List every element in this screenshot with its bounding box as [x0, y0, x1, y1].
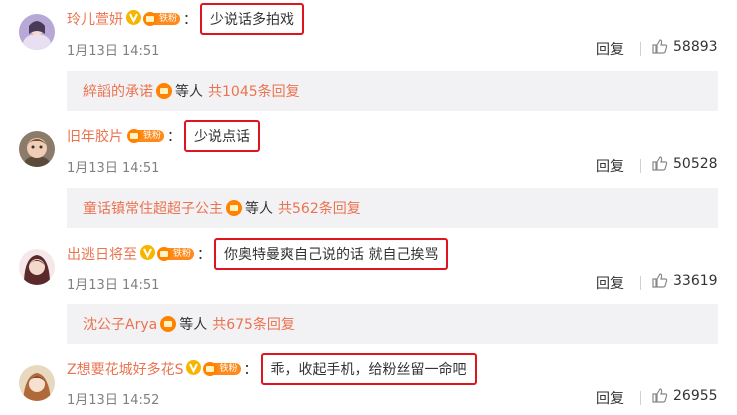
comment-date: 1月13日 14:52 [67, 393, 160, 408]
subreply-suffix: 等人 [245, 201, 273, 217]
colon: ： [183, 12, 198, 28]
subreply-suffix: 等人 [179, 317, 208, 333]
reply-button[interactable]: 回复 [596, 273, 624, 293]
colon: ： [197, 247, 212, 263]
iron-fan-badge-icon: 铁粉 [203, 362, 241, 376]
subreply-total[interactable]: 共675条回复 [212, 314, 295, 334]
reply-button[interactable]: 回复 [596, 156, 624, 176]
like-button[interactable]: 33619 [651, 272, 718, 289]
comment-text: 少说点话 [184, 120, 261, 152]
like-button[interactable]: 50528 [651, 155, 718, 172]
like-count: 58893 [673, 38, 718, 55]
like-count: 26955 [673, 387, 718, 404]
reply-button[interactable]: 回复 [596, 39, 624, 59]
comment-date: 1月13日 14:51 [67, 44, 160, 59]
colon: ： [243, 362, 258, 378]
thumbs-up-icon [652, 388, 668, 403]
subreply-username[interactable]: 沈公子Arya [83, 314, 157, 334]
subreply-bar[interactable]: 綷謟的承诺 等人 共1045条回复 [67, 71, 718, 111]
comment-text: 你奥特曼爽自己说的话 就自己挨骂 [214, 238, 449, 270]
subreply-total[interactable]: 共562条回复 [278, 198, 361, 218]
fan-badge-icon [160, 316, 177, 332]
divider [640, 391, 641, 405]
fan-badge-icon [156, 83, 172, 99]
divider [640, 276, 641, 290]
avatar[interactable] [19, 365, 55, 401]
like-count: 50528 [673, 155, 718, 172]
like-button[interactable]: 58893 [651, 38, 718, 55]
subreply-username[interactable]: 童话镇常住超超子公主 [83, 198, 223, 218]
username[interactable]: 旧年胶片 [67, 126, 123, 146]
divider [640, 42, 641, 56]
comment-date: 1月13日 14:51 [67, 278, 160, 293]
subreply-suffix: 等人 [175, 84, 203, 100]
comment-date: 1月13日 14:51 [67, 161, 160, 176]
thumbs-up-icon [652, 39, 668, 54]
colon: ： [167, 129, 182, 145]
thumbs-up-icon [652, 156, 668, 171]
reply-button[interactable]: 回复 [596, 388, 624, 408]
comment-text: 少说话多拍戏 [200, 3, 305, 35]
iron-fan-badge-icon: 铁粉 [143, 12, 181, 26]
username[interactable]: Z想要花城好多花S [67, 359, 183, 379]
v-badge-icon [126, 9, 141, 29]
like-count: 33619 [673, 272, 718, 289]
v-badge-icon [140, 244, 155, 264]
avatar[interactable] [19, 14, 55, 50]
avatar[interactable] [19, 131, 55, 167]
like-button[interactable]: 26955 [651, 387, 718, 404]
avatar[interactable] [19, 249, 55, 285]
subreply-username[interactable]: 綷謟的承诺 [83, 81, 153, 101]
iron-fan-badge-icon: 铁粉 [157, 247, 195, 261]
fan-badge-icon [226, 200, 242, 216]
username[interactable]: 出逃日将至 [67, 244, 137, 264]
iron-fan-badge-icon: 铁粉 [127, 129, 165, 143]
thumbs-up-icon [652, 273, 668, 288]
subreply-bar[interactable]: 沈公子Arya 等人 共675条回复 [67, 304, 718, 344]
username[interactable]: 玲儿萱妍 [67, 9, 123, 29]
comment-text: 乖，收起手机，给粉丝留一命吧 [260, 353, 477, 385]
v-badge-icon [186, 359, 202, 379]
divider [640, 159, 641, 173]
subreply-total[interactable]: 共1045条回复 [208, 81, 300, 101]
subreply-bar[interactable]: 童话镇常住超超子公主 等人 共562条回复 [67, 188, 718, 228]
